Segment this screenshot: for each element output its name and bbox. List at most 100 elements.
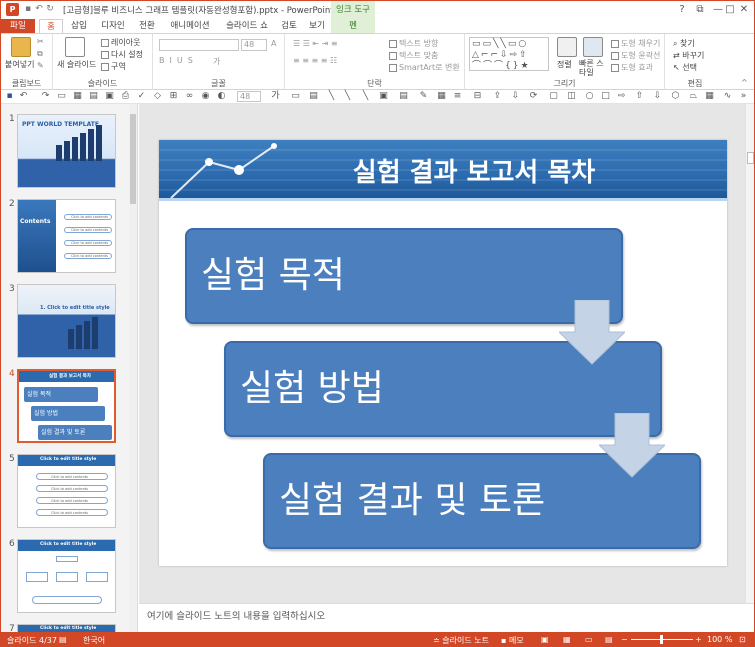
font-color-icon[interactable]: 가 [271, 92, 280, 101]
pen-icon[interactable]: ✎ [419, 92, 428, 101]
trapezoid-icon[interactable]: ⏢ [689, 92, 698, 101]
save-icon[interactable]: ▪ [23, 3, 33, 15]
bullets-icon[interactable]: ☰ ☰ ⇤ ⇥ ≡ [293, 39, 338, 48]
new-slide-icon[interactable] [65, 37, 85, 57]
editor-scrollbar[interactable] [745, 104, 754, 603]
tab-insert[interactable]: 삽입 [67, 19, 91, 33]
shape-fill-button[interactable]: 도형 채우기 [611, 38, 660, 49]
redo-icon[interactable]: ↻ [45, 3, 55, 15]
down-arrow-shape[interactable] [559, 300, 625, 366]
slide-sorter-icon[interactable]: ▦ [563, 635, 571, 644]
more-icon[interactable]: » [739, 92, 748, 101]
language-indicator[interactable]: 한국어 [83, 635, 105, 646]
scrollbar-thumb[interactable] [130, 114, 136, 204]
quick-styles-icon[interactable] [583, 37, 603, 57]
layout-button[interactable]: 레이아웃 [101, 37, 140, 48]
replace-button[interactable]: ⇄ 바꾸기 [673, 50, 704, 61]
line-icon[interactable]: ╲ [327, 92, 336, 101]
print-icon[interactable]: ⎙ [121, 92, 130, 101]
font-name-box[interactable] [159, 39, 239, 51]
thumbnail-slide-6[interactable]: Click to edit title style [17, 539, 116, 613]
rounded-rect-icon[interactable]: ▢ [549, 92, 558, 101]
fit-slide-icon[interactable]: ⊡ [739, 635, 746, 644]
new-slide-button[interactable]: 새 슬라이드 [57, 59, 96, 70]
shapes-gallery[interactable]: ▭▭╲╲▭○ △⌐⌐⇩⇨⇧ ⌒⌒⌒{}★ [469, 37, 549, 71]
text-direction-button[interactable]: 텍스트 방향 [389, 38, 438, 49]
slide-title[interactable]: 실험 결과 보고서 목차 [329, 152, 619, 189]
tab-review[interactable]: 검토 [277, 19, 301, 33]
undo-icon[interactable]: ↶ [34, 3, 44, 15]
notes-placeholder[interactable]: 여기에 슬라이드 노트의 내용을 입력하십시오 [147, 608, 325, 622]
format-painter-icon[interactable]: ✎ [37, 61, 44, 70]
tab-pen[interactable]: 펜 [331, 19, 375, 33]
arrange-icon[interactable] [557, 37, 577, 57]
textbox-icon[interactable]: ▤ [309, 92, 318, 101]
notes-toggle[interactable]: ≐ 슬라이드 노트 [433, 635, 489, 646]
tab-design[interactable]: 디자인 [96, 19, 130, 33]
quick-styles-button[interactable]: 빠른 스타일 [579, 59, 607, 77]
save-icon[interactable]: ▪ [5, 92, 14, 101]
zoom-out-button[interactable]: − [621, 635, 628, 644]
oval-icon[interactable]: ○ [585, 92, 594, 101]
table2-icon[interactable]: ▦ [705, 92, 714, 101]
quick-font-size[interactable]: 48 [237, 91, 261, 102]
align-icon[interactable]: ≡ [453, 92, 462, 101]
shape-icon[interactable]: ◇ [153, 92, 162, 101]
down-arrow-icon[interactable]: ⇩ [653, 92, 662, 101]
rotate-icon[interactable]: ⟳ [529, 92, 538, 101]
hexagon-icon[interactable]: ⬡ [671, 92, 680, 101]
bring-forward-icon[interactable]: ⇪ [493, 92, 502, 101]
reset-button[interactable]: 다시 설정 [101, 49, 143, 60]
current-slide[interactable]: 실험 결과 보고서 목차 실험 목적 실험 방법 실험 결과 및 토론 [159, 140, 727, 566]
thumbnail-slide-2[interactable]: Contents Click to add contents Click to … [17, 199, 116, 273]
tab-file[interactable]: 파일 [1, 19, 35, 33]
square-icon[interactable]: □ [601, 92, 610, 101]
paste-icon[interactable] [11, 37, 31, 57]
theme-icon[interactable]: ◐ [217, 92, 226, 101]
thumbnail-slide-3[interactable]: 1. Click to edit title style [17, 284, 116, 358]
select-button[interactable]: ↖ 선택 [673, 62, 697, 73]
paste-button[interactable]: 붙여넣기 [5, 59, 34, 70]
zoom-slider-handle[interactable] [660, 635, 663, 644]
slideshow-icon[interactable]: ▤ [605, 635, 613, 644]
thumbnails-scrollbar[interactable] [129, 104, 137, 632]
find-button[interactable]: ⌕ 찾기 [673, 38, 695, 49]
spell-icon[interactable]: ✓ [137, 92, 146, 101]
notes-pane[interactable]: 여기에 슬라이드 노트의 내용을 입력하십시오 [139, 603, 754, 632]
tab-view[interactable]: 보기 [305, 19, 329, 33]
curve-icon[interactable]: ∿ [723, 92, 732, 101]
connector-icon[interactable]: ╲ [361, 92, 370, 101]
down-arrow-shape[interactable] [599, 413, 665, 479]
distribute-icon[interactable]: ⊟ [473, 92, 482, 101]
reading-view-icon[interactable]: ▭ [585, 635, 593, 644]
link-icon[interactable]: ∞ [185, 92, 194, 101]
thumbnail-slide-5[interactable]: Click to edit title style Click to add c… [17, 454, 116, 528]
font-style-buttons[interactable]: BIUS [159, 56, 198, 65]
zoom-in-button[interactable]: + [695, 635, 702, 644]
zoom-level[interactable]: 100 % [707, 635, 732, 644]
section-button[interactable]: 구역 [101, 61, 126, 72]
align-icons[interactable]: ≡ ≡ ≡ ≡ ☷ [293, 56, 337, 65]
spell-check-icon[interactable]: ▤ [59, 635, 67, 644]
highlight-icon[interactable]: ▦ [437, 92, 446, 101]
font-color-icon[interactable]: 가 [213, 56, 220, 67]
arrow-line-icon[interactable]: ╲ [343, 92, 352, 101]
tab-slideshow[interactable]: 슬라이드 쇼 [221, 19, 273, 33]
scrollbar-thumb[interactable] [747, 152, 754, 164]
comments-toggle[interactable]: ▪ 메모 [501, 635, 524, 646]
close-button[interactable]: ✕ [733, 1, 754, 19]
smartart-button[interactable]: SmartArt로 변환 [389, 62, 460, 73]
shape-outline-button[interactable]: 도형 윤곽선 [611, 50, 660, 61]
thumbnail-slide-4[interactable]: 실험 결과 보고서 목차 실험 목적 실험 방법 실험 결과 및 토론 [17, 369, 116, 443]
copy-icon[interactable]: ⧉ [37, 49, 43, 59]
tab-transitions[interactable]: 전환 [134, 19, 160, 33]
fill-icon[interactable]: ▣ [379, 92, 388, 101]
slide-item-box[interactable]: 실험 목적 [185, 228, 623, 324]
chart-icon[interactable]: ▤ [89, 92, 98, 101]
redo-icon[interactable]: ↷ [41, 92, 50, 101]
up-arrow-icon[interactable]: ⇧ [635, 92, 644, 101]
tab-animations[interactable]: 애니메이션 [164, 19, 216, 33]
table-icon[interactable]: ▦ [73, 92, 82, 101]
shape-effects-button[interactable]: 도형 효과 [611, 62, 653, 73]
collapse-ribbon-icon[interactable]: ^ [741, 78, 748, 87]
